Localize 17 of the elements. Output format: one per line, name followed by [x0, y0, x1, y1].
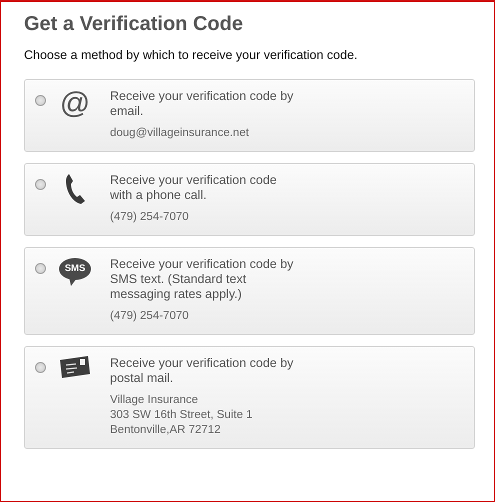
contact-detail: Village Insurance 303 SW 16th Street, Suite 1 Bentonville,AR 72712: [110, 393, 254, 438]
radio-button[interactable]: [35, 179, 46, 190]
method-description: Receive your verification code by SMS text. (Standard text messaging rates apply.): [110, 257, 294, 302]
method-description: Receive your verification code by postal mail.: [110, 356, 294, 386]
method-description: Receive your verification code by email.: [110, 89, 294, 119]
method-description: Receive your verification code with a phone call.: [110, 173, 277, 203]
radio-button[interactable]: [35, 263, 46, 274]
radio-button[interactable]: [35, 95, 46, 106]
contact-detail: doug@villageinsurance.net: [110, 126, 250, 141]
envelope-icon: [60, 356, 90, 378]
phone-icon: [64, 173, 86, 205]
radio-button[interactable]: [35, 362, 46, 373]
at-sign-icon: @: [60, 89, 90, 119]
page-title: Get a Verification Code: [24, 12, 244, 36]
contact-detail: (479) 254-7070: [110, 309, 190, 324]
contact-detail: (479) 254-7070: [110, 210, 190, 225]
instruction-text: Choose a method by which to receive your verification code.: [24, 48, 359, 62]
